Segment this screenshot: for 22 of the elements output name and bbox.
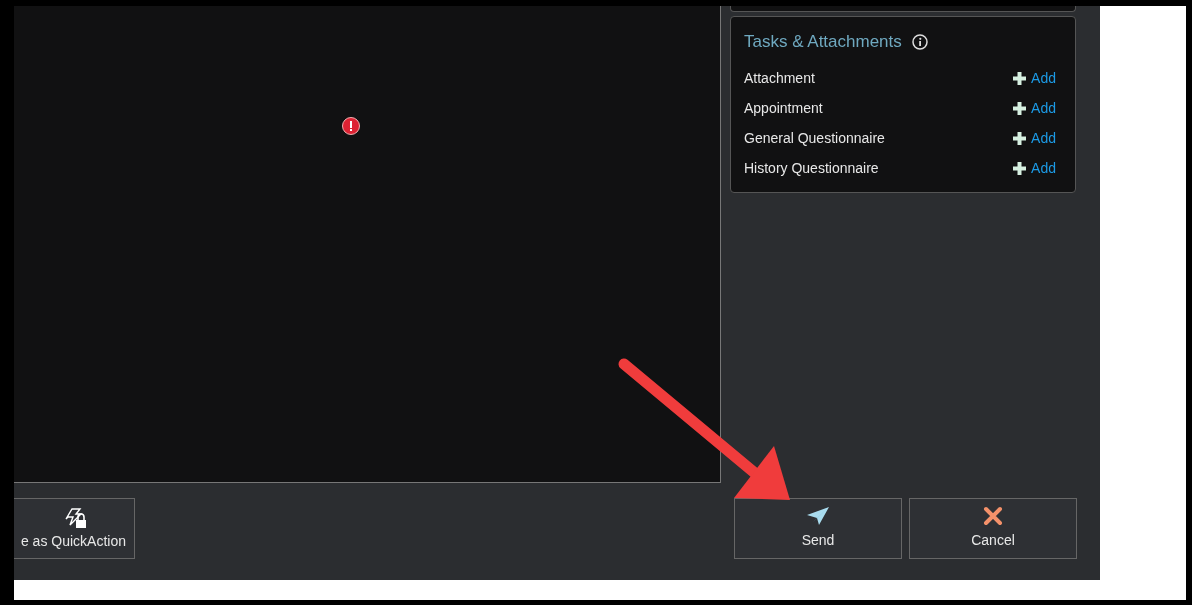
editor-area[interactable] [14,6,721,483]
add-link[interactable]: Add [1013,158,1056,179]
save-quickaction-button[interactable]: e as QuickAction [14,498,135,559]
task-label: General Questionnaire [744,129,885,148]
task-label: History Questionnaire [744,159,879,178]
close-icon [983,506,1003,526]
lightning-lock-icon [64,505,88,529]
plus-icon [1013,102,1027,115]
paper-plane-icon [806,506,830,526]
add-link[interactable]: Add [1013,98,1056,119]
plus-icon [1013,162,1027,175]
plus-icon [1013,72,1027,85]
send-button[interactable]: Send [734,498,902,559]
add-link[interactable]: Add [1013,128,1056,149]
error-icon [342,117,360,135]
info-icon [911,33,928,50]
add-link[interactable]: Add [1013,68,1056,89]
plus-icon [1013,132,1027,145]
task-label: Appointment [744,99,823,118]
cancel-button[interactable]: Cancel [909,498,1077,559]
panel-title: Tasks & Attachments [744,31,902,53]
task-label: Attachment [744,69,815,88]
